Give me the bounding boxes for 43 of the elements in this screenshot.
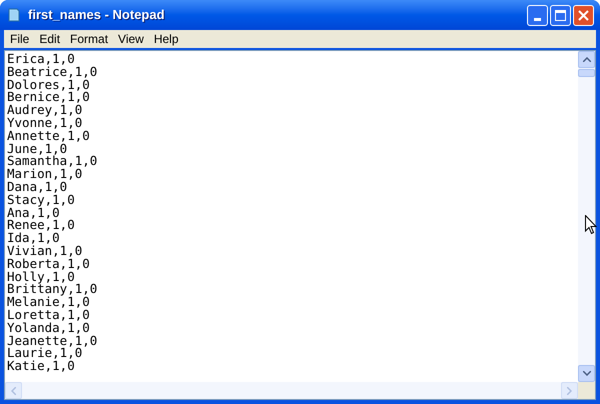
text-line: Holly,1,0 [7, 270, 75, 284]
text-line: Ida,1,0 [7, 232, 60, 245]
menu-item[interactable]: File [5, 30, 34, 48]
scroll-down-button[interactable] [578, 365, 595, 382]
vertical-scrollbar[interactable] [578, 51, 595, 382]
scroll-thumb[interactable] [578, 69, 595, 77]
size-grip[interactable] [578, 382, 595, 399]
text-line: Renee,1,0 [7, 219, 75, 232]
text-line: Dolores,1,0 [7, 78, 90, 92]
text-line: Samantha,1,0 [7, 155, 98, 168]
window-title: first_names - Notepad [28, 6, 165, 24]
text-line: Dana,1,0 [7, 180, 68, 194]
notepad-icon [6, 7, 22, 23]
text-line: Vivian,1,0 [7, 244, 82, 258]
text-line: Bernice,1,0 [7, 91, 90, 104]
text-line: Loretta,1,0 [7, 308, 90, 322]
text-line: Melanie,1,0 [7, 296, 90, 309]
text-line: Erica,1,0 [7, 53, 75, 66]
text-line: Brittany,1,0 [7, 283, 98, 296]
text-line: Annette,1,0 [7, 130, 90, 143]
minimize-button[interactable] [527, 4, 548, 26]
maximize-button[interactable] [550, 4, 571, 26]
close-icon [578, 10, 589, 20]
text-line: Yolanda,1,0 [7, 322, 90, 335]
text-line: Jeanette,1,0 [7, 334, 98, 348]
text-line: Ana,1,0 [7, 206, 60, 220]
menu-item[interactable]: View [113, 30, 149, 48]
close-button[interactable] [573, 4, 594, 26]
text-line: Audrey,1,0 [7, 104, 82, 117]
text-line: Marion,1,0 [7, 168, 82, 181]
menu-item[interactable]: Help [148, 30, 184, 48]
maximize-icon [555, 10, 566, 20]
text-line: Roberta,1,0 [7, 258, 90, 271]
scroll-up-button[interactable] [578, 51, 595, 68]
text-line: Beatrice,1,0 [7, 66, 98, 79]
menu-item[interactable]: Edit [34, 30, 66, 48]
text-line: Yvonne,1,0 [7, 116, 82, 130]
minimize-icon [534, 18, 541, 20]
menu-item[interactable]: Format [65, 30, 114, 48]
text-line: Katie,1,0 [7, 360, 75, 373]
text-line: June,1,0 [7, 142, 68, 156]
text-line: Stacy,1,0 [7, 194, 75, 207]
text-line: Laurie,1,0 [7, 347, 82, 360]
